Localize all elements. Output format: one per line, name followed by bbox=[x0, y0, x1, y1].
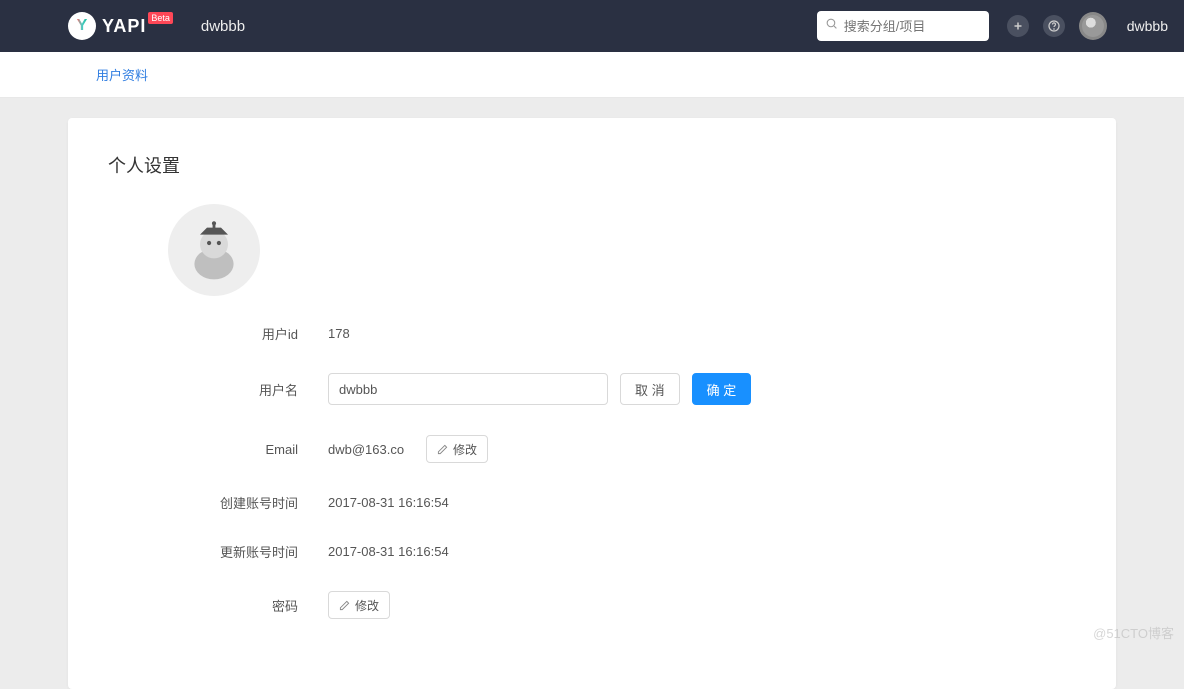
value-email: dwb@163.co bbox=[328, 442, 414, 457]
edit-password-button[interactable]: 修改 bbox=[328, 591, 390, 619]
row-password: 密码 修改 bbox=[108, 591, 1076, 619]
app-header: Y YAPI Beta dwbbb dwbbb bbox=[0, 0, 1184, 52]
avatar-large[interactable] bbox=[168, 204, 260, 296]
edit-icon bbox=[339, 600, 350, 611]
username-input[interactable] bbox=[328, 373, 608, 405]
beta-badge: Beta bbox=[148, 12, 173, 24]
search-icon bbox=[825, 17, 838, 35]
value-updated: 2017-08-31 16:16:54 bbox=[328, 544, 449, 559]
row-created: 创建账号时间 2017-08-31 16:16:54 bbox=[108, 493, 1076, 512]
value-user-id: 178 bbox=[328, 326, 350, 341]
project-name: dwbbb bbox=[201, 18, 245, 35]
settings-card: 个人设置 用户id 178 用户名 取 消 确 定 Email dwb@163.… bbox=[68, 118, 1116, 689]
row-email: Email dwb@163.co 修改 bbox=[108, 435, 1076, 463]
header-actions: dwbbb bbox=[1007, 12, 1168, 40]
search-box[interactable] bbox=[817, 11, 989, 41]
card-title: 个人设置 bbox=[108, 152, 1076, 178]
avatar-small[interactable] bbox=[1079, 12, 1107, 40]
label-email: Email bbox=[108, 442, 328, 457]
logo-text: YAPI bbox=[102, 16, 146, 37]
row-updated: 更新账号时间 2017-08-31 16:16:54 bbox=[108, 542, 1076, 561]
username-label[interactable]: dwbbb bbox=[1127, 18, 1168, 34]
label-created: 创建账号时间 bbox=[108, 493, 328, 512]
label-username: 用户名 bbox=[108, 380, 328, 399]
logo[interactable]: Y YAPI Beta bbox=[68, 12, 177, 40]
help-icon[interactable] bbox=[1043, 15, 1065, 37]
tab-user-profile[interactable]: 用户资料 bbox=[96, 65, 148, 84]
edit-icon bbox=[437, 444, 448, 455]
cancel-button[interactable]: 取 消 bbox=[620, 373, 680, 405]
edit-email-button[interactable]: 修改 bbox=[426, 435, 488, 463]
value-created: 2017-08-31 16:16:54 bbox=[328, 495, 449, 510]
row-user-id: 用户id 178 bbox=[108, 324, 1076, 343]
add-icon[interactable] bbox=[1007, 15, 1029, 37]
label-user-id: 用户id bbox=[108, 324, 328, 343]
search-input[interactable] bbox=[844, 19, 1020, 34]
row-username: 用户名 取 消 确 定 bbox=[108, 373, 1076, 405]
logo-icon: Y bbox=[68, 12, 96, 40]
label-password: 密码 bbox=[108, 596, 328, 615]
confirm-button[interactable]: 确 定 bbox=[692, 373, 752, 405]
sub-nav: 用户资料 bbox=[0, 52, 1184, 98]
label-updated: 更新账号时间 bbox=[108, 542, 328, 561]
watermark: @51CTO博客 bbox=[1093, 623, 1174, 642]
